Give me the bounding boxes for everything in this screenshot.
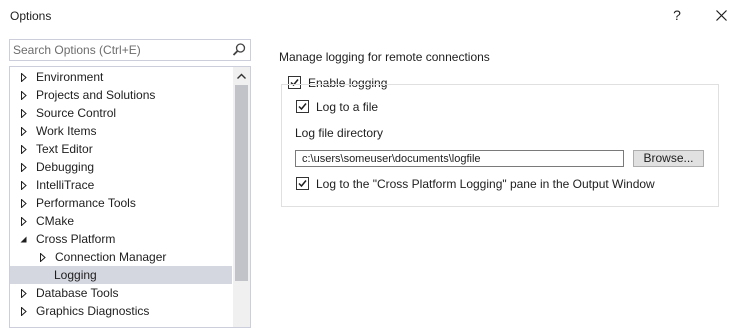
tree-item-label: Connection Manager	[55, 250, 167, 264]
tree-item[interactable]: Connection Manager	[10, 248, 232, 266]
expand-arrow-icon[interactable]	[20, 91, 28, 100]
search-box[interactable]	[9, 39, 251, 61]
expand-arrow-icon[interactable]	[20, 289, 28, 298]
expand-arrow-icon[interactable]	[39, 253, 47, 262]
expand-arrow-icon[interactable]	[20, 307, 28, 316]
window-title: Options	[10, 9, 52, 23]
chevron-up-icon	[237, 73, 246, 79]
checkmark-icon	[298, 103, 307, 111]
checkbox-box[interactable]	[296, 100, 309, 113]
close-icon	[715, 10, 727, 22]
close-button[interactable]	[708, 2, 734, 28]
search-input[interactable]	[13, 40, 223, 60]
tree-item-label: Source Control	[36, 106, 117, 120]
tree-item-label: Environment	[36, 70, 104, 84]
expand-arrow-icon[interactable]	[20, 127, 28, 136]
tree-item-label: Cross Platform	[36, 232, 116, 246]
title-bar: Options ?	[0, 0, 744, 32]
expand-arrow-icon[interactable]	[20, 199, 28, 208]
expand-arrow-icon[interactable]	[20, 109, 28, 118]
expand-arrow-icon[interactable]	[20, 163, 28, 172]
tree-item-label: Database Tools	[36, 286, 119, 300]
tree-item[interactable]: Projects and Solutions	[10, 86, 232, 104]
scroll-up-button[interactable]	[233, 67, 250, 84]
checkbox-box[interactable]	[296, 177, 309, 190]
tree-item-label: IntelliTrace	[36, 178, 95, 192]
tree-item-label: Projects and Solutions	[36, 88, 156, 102]
tree-item[interactable]: Debugging	[10, 158, 232, 176]
log-dir-label: Log file directory	[295, 126, 384, 140]
collapse-arrow-icon[interactable]	[20, 235, 28, 244]
tree-item-label: Debugging	[36, 160, 95, 174]
tree-item-label: Text Editor	[36, 142, 93, 156]
log-dir-input[interactable]	[295, 150, 624, 167]
tree-scrollbar[interactable]	[233, 67, 250, 327]
checkmark-icon	[298, 180, 307, 188]
expand-arrow-icon[interactable]	[20, 73, 28, 82]
log-to-file-label: Log to a file	[316, 100, 379, 114]
tree-item[interactable]: Text Editor	[10, 140, 232, 158]
tree-item-label: Performance Tools	[36, 196, 136, 210]
search-icon[interactable]	[231, 42, 247, 58]
help-button[interactable]: ?	[664, 2, 690, 28]
tree-item[interactable]: Source Control	[10, 104, 232, 122]
tree-item[interactable]: Work Items	[10, 122, 232, 140]
expand-arrow-icon[interactable]	[20, 217, 28, 226]
tree-item[interactable]: CMake	[10, 212, 232, 230]
tree-item-label: Graphics Diagnostics	[36, 304, 150, 318]
tree-item[interactable]: Environment	[10, 68, 232, 86]
tree-item-label: Logging	[54, 268, 97, 282]
tree-item-label: Work Items	[36, 124, 97, 138]
expand-arrow-icon[interactable]	[20, 181, 28, 190]
log-to-pane-label: Log to the "Cross Platform Logging" pane…	[316, 177, 655, 191]
scroll-thumb[interactable]	[235, 85, 248, 281]
browse-button[interactable]: Browse...	[633, 150, 704, 167]
tree-item-label: CMake	[36, 214, 75, 228]
tree-item[interactable]: Database Tools	[10, 284, 232, 302]
options-tree[interactable]: Environment Projects and Solutions Source …	[9, 66, 251, 328]
tree-item[interactable]: Performance Tools	[10, 194, 232, 212]
expand-arrow-icon[interactable]	[20, 145, 28, 154]
tree-list: Environment Projects and Solutions Source …	[10, 68, 232, 320]
panel-title: Manage logging for remote connections	[279, 50, 490, 64]
tree-item[interactable]: IntelliTrace	[10, 176, 232, 194]
tree-item[interactable]: Logging	[10, 266, 232, 284]
tree-item[interactable]: Cross Platform	[10, 230, 232, 248]
tree-item[interactable]: Graphics Diagnostics	[10, 302, 232, 320]
